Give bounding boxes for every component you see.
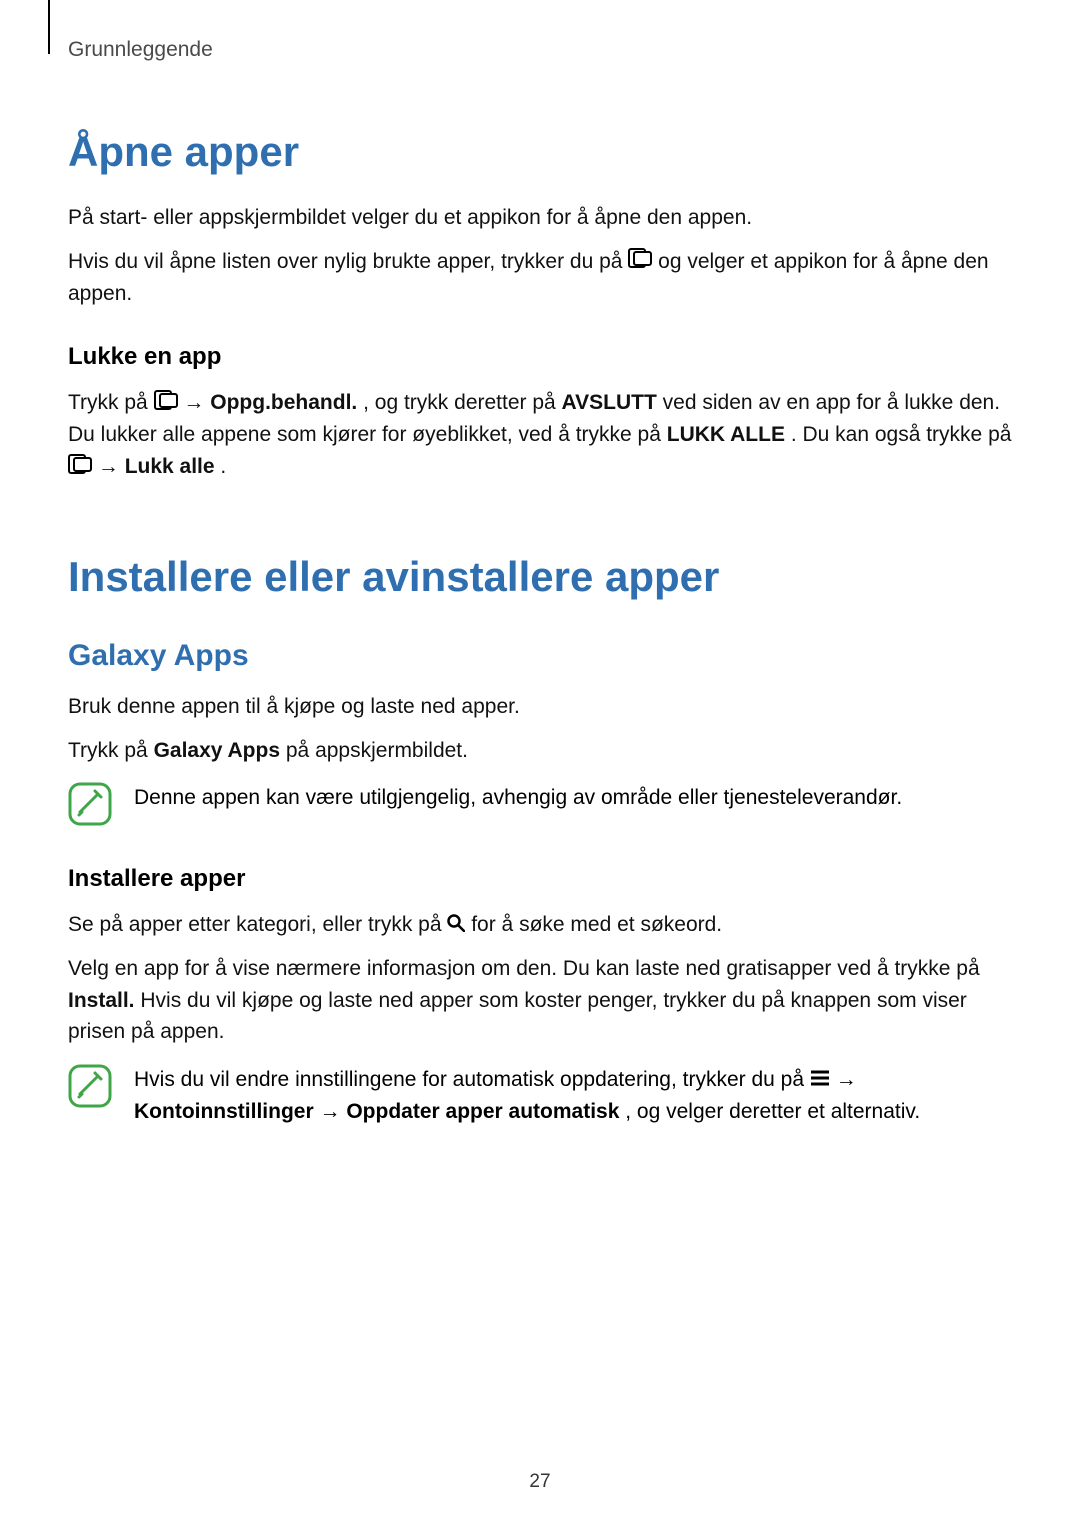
- heading-open-apps: Åpne apper: [68, 128, 1012, 176]
- text-bold: Galaxy Apps: [154, 739, 280, 762]
- search-icon: [447, 910, 465, 942]
- heading-close-app: Lukke en app: [68, 343, 1012, 371]
- text-bold: Install.: [68, 989, 135, 1012]
- text: →: [836, 1068, 857, 1091]
- breadcrumb: Grunnleggende: [68, 38, 1012, 62]
- text-bold: Lukk alle: [125, 455, 215, 478]
- page-number: 27: [0, 1471, 1080, 1493]
- text: Hvis du vil kjøpe og laste ned apper som…: [68, 989, 967, 1044]
- note-text: Denne appen kan være utilgjengelig, avhe…: [134, 782, 1012, 814]
- note-icon: [68, 782, 112, 831]
- heading-install-apps: Installere apper: [68, 865, 1012, 893]
- text: .: [220, 455, 226, 478]
- text: , og trykk deretter på: [363, 391, 561, 414]
- note: Denne appen kan være utilgjengelig, avhe…: [68, 782, 1012, 831]
- text-bold: AVSLUTT: [562, 391, 657, 414]
- text: Hvis du vil åpne listen over nylig brukt…: [68, 250, 628, 273]
- text: Trykk på: [68, 739, 154, 762]
- text: på appskjermbildet.: [286, 739, 468, 762]
- text-bold: Kontoinnstillinger: [134, 1100, 314, 1123]
- text: Hvis du vil endre innstillingene for aut…: [134, 1068, 810, 1091]
- body-text: Bruk denne appen til å kjøpe og laste ne…: [68, 691, 1012, 723]
- text-bold: Oppdater apper automatisk: [346, 1100, 619, 1123]
- recent-apps-icon: [628, 246, 652, 278]
- text: Velg en app for å vise nærmere informasj…: [68, 957, 980, 980]
- text: for å søke med et søkeord.: [471, 913, 722, 936]
- text: Se på apper etter kategori, eller trykk …: [68, 913, 447, 936]
- body-text: Hvis du vil åpne listen over nylig brukt…: [68, 246, 1012, 310]
- top-margin-rule: [48, 0, 50, 54]
- text: →: [98, 455, 125, 478]
- note: Hvis du vil endre innstillingene for aut…: [68, 1064, 1012, 1128]
- menu-icon: [810, 1065, 830, 1097]
- text-bold: LUKK ALLE: [667, 423, 785, 446]
- text: →: [183, 391, 210, 414]
- text: . Du kan også trykke på: [791, 423, 1012, 446]
- recent-apps-icon: [154, 388, 178, 420]
- body-text: Se på apper etter kategori, eller trykk …: [68, 909, 1012, 941]
- text: Trykk på: [68, 391, 154, 414]
- body-text: Trykk på Galaxy Apps på appskjermbildet.: [68, 735, 1012, 767]
- text: →: [320, 1100, 347, 1123]
- body-text: På start- eller appskjermbildet velger d…: [68, 202, 1012, 234]
- text: , og velger deretter et alternativ.: [625, 1100, 920, 1123]
- body-text: Trykk på → Oppg.behandl. , og trykk dere…: [68, 387, 1012, 483]
- text-bold: Oppg.behandl.: [210, 391, 357, 414]
- note-icon: [68, 1064, 112, 1113]
- heading-galaxy-apps: Galaxy Apps: [68, 639, 1012, 673]
- recent-apps-icon: [68, 452, 92, 484]
- document-page: Grunnleggende Åpne apper På start- eller…: [0, 0, 1080, 1527]
- heading-install-uninstall: Installere eller avinstallere apper: [68, 553, 1012, 601]
- body-text: Velg en app for å vise nærmere informasj…: [68, 953, 1012, 1048]
- note-text: Hvis du vil endre innstillingene for aut…: [134, 1064, 1012, 1128]
